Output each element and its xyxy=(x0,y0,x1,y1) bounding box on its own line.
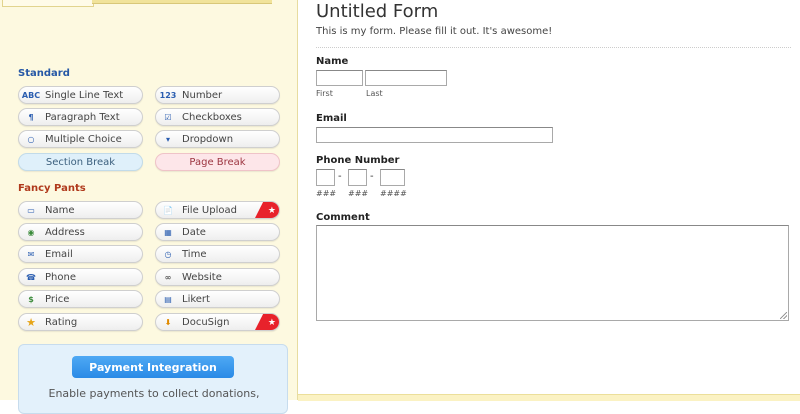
resize-grip-icon[interactable] xyxy=(780,312,787,319)
section-title-standard: Standard xyxy=(18,68,70,79)
phone-line-sublabel: #### xyxy=(380,189,407,198)
phone-area-input[interactable] xyxy=(316,169,335,186)
calendar-icon: ▦ xyxy=(164,227,172,237)
button-label: Page Break xyxy=(189,156,246,168)
rating-button[interactable]: ★ Rating xyxy=(18,313,143,331)
phone-dash: - xyxy=(338,171,342,182)
envelope-icon: ✉ xyxy=(27,249,35,259)
address-button[interactable]: ◉ Address xyxy=(18,223,143,241)
field-palette-sidebar: Standard ABC Single Line Text 123 Number… xyxy=(0,0,298,414)
link-icon: ∞ xyxy=(164,272,172,282)
clock-icon: ◷ xyxy=(164,249,172,259)
phone-area-sublabel: ### xyxy=(316,189,337,198)
paragraph-icon: ¶ xyxy=(28,112,34,122)
button-label: Email xyxy=(45,248,73,260)
file-upload-button[interactable]: 📄 File Upload ★ xyxy=(155,201,280,219)
button-label: Likert xyxy=(182,293,210,305)
docusign-button[interactable]: ⬇ DocuSign ★ xyxy=(155,313,280,331)
button-label: DocuSign xyxy=(182,316,230,328)
email-field-label: Email xyxy=(316,113,347,124)
likert-button[interactable]: ▤ Likert xyxy=(155,290,280,308)
payment-integration-button[interactable]: Payment Integration xyxy=(72,356,234,378)
button-label: Single Line Text xyxy=(45,89,124,101)
time-button[interactable]: ◷ Time xyxy=(155,245,280,263)
file-upload-icon: 📄 xyxy=(163,205,173,215)
button-label: Rating xyxy=(45,316,78,328)
date-button[interactable]: ▦ Date xyxy=(155,223,280,241)
button-label: Address xyxy=(45,226,85,238)
button-label: Paragraph Text xyxy=(45,111,120,123)
checkbox-icon: ☑ xyxy=(164,112,172,122)
single-line-text-button[interactable]: ABC Single Line Text xyxy=(18,86,143,104)
comment-textarea[interactable] xyxy=(316,225,789,321)
page-break-button[interactable]: Page Break xyxy=(155,153,280,171)
email-button[interactable]: ✉ Email xyxy=(18,245,143,263)
star-icon: ★ xyxy=(26,315,36,329)
form-header-divider xyxy=(316,47,791,48)
button-label: Number xyxy=(182,89,223,101)
sidebar-tabbar xyxy=(0,0,298,7)
abc-text-icon: ABC xyxy=(21,90,41,100)
phone-line-input[interactable] xyxy=(380,169,405,186)
button-label: Checkboxes xyxy=(182,111,242,123)
likert-grid-icon: ▤ xyxy=(164,294,172,304)
email-input[interactable] xyxy=(316,127,553,143)
multiple-choice-button[interactable]: ○ Multiple Choice xyxy=(18,130,143,148)
radio-icon: ○ xyxy=(27,134,35,144)
last-name-input[interactable] xyxy=(365,70,447,86)
section-title-fancy-pants: Fancy Pants xyxy=(18,183,86,194)
phone-field-label: Phone Number xyxy=(316,155,400,166)
button-label: Multiple Choice xyxy=(45,133,122,145)
comment-field-label: Comment xyxy=(316,212,370,223)
section-break-button[interactable]: Section Break xyxy=(18,153,143,171)
payment-integration-panel: Payment Integration Enable payments to c… xyxy=(18,344,288,414)
premium-star-ribbon-icon: ★ xyxy=(254,314,279,330)
phone-prefix-input[interactable] xyxy=(348,169,367,186)
name-field-label: Name xyxy=(316,56,349,67)
number-icon: 123 xyxy=(159,90,177,100)
button-label: Section Break xyxy=(45,156,116,168)
first-sublabel: First xyxy=(316,89,333,98)
phone-icon: ☎ xyxy=(26,272,36,282)
button-label: Website xyxy=(182,271,222,283)
website-button[interactable]: ∞ Website xyxy=(155,268,280,286)
dropdown-icon: ▾ xyxy=(165,134,170,144)
name-card-icon: ▭ xyxy=(27,205,35,215)
phone-dash: - xyxy=(370,171,374,182)
button-label: Phone xyxy=(45,271,76,283)
tab-field-settings[interactable] xyxy=(92,0,272,4)
button-label: Price xyxy=(45,293,70,305)
form-title[interactable]: Untitled Form xyxy=(316,1,438,22)
phone-button[interactable]: ☎ Phone xyxy=(18,268,143,286)
money-icon: $ xyxy=(28,294,34,304)
tab-add-field[interactable] xyxy=(2,0,94,7)
button-label: Name xyxy=(45,204,75,216)
number-button[interactable]: 123 Number xyxy=(155,86,280,104)
premium-star-ribbon-icon: ★ xyxy=(254,202,279,218)
first-name-input[interactable] xyxy=(316,70,363,86)
button-label: Date xyxy=(182,226,206,238)
name-field-button[interactable]: ▭ Name xyxy=(18,201,143,219)
last-sublabel: Last xyxy=(366,89,383,98)
button-label: Time xyxy=(182,248,207,260)
paragraph-text-button[interactable]: ¶ Paragraph Text xyxy=(18,108,143,126)
payment-description: Enable payments to collect donations, xyxy=(48,387,260,400)
price-button[interactable]: $ Price xyxy=(18,290,143,308)
button-label: Dropdown xyxy=(182,133,234,145)
globe-icon: ◉ xyxy=(27,227,35,237)
form-description[interactable]: This is my form. Please fill it out. It'… xyxy=(316,26,552,37)
docusign-icon: ⬇ xyxy=(164,317,172,327)
checkboxes-button[interactable]: ☑ Checkboxes xyxy=(155,108,280,126)
button-label: File Upload xyxy=(182,204,237,216)
phone-prefix-sublabel: ### xyxy=(348,189,369,198)
dropdown-button[interactable]: ▾ Dropdown xyxy=(155,130,280,148)
